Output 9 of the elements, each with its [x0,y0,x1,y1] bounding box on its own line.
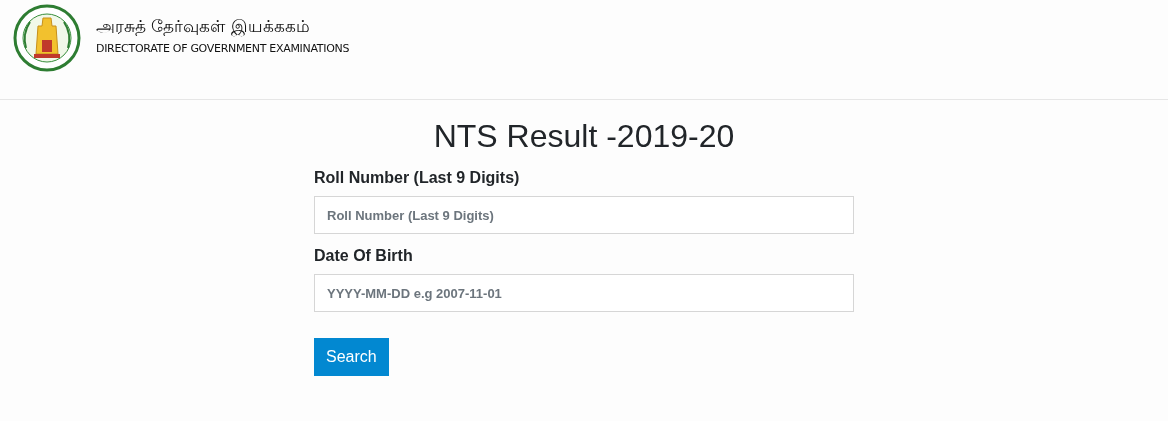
page-title: NTS Result -2019-20 [433,117,735,156]
department-title: DIRECTORATE OF GOVERNMENT EXAMINATIONS [96,42,350,55]
field-label: Date Of Birth [314,246,414,266]
emblem-logo [12,4,82,72]
input-field[interactable]: YYYY-MM-DD e.g 2007-11-01 [314,274,854,312]
field-label: Roll Number (Last 9 Digits) [314,168,521,188]
input-field[interactable]: Roll Number (Last 9 Digits) [314,196,854,234]
search-button[interactable]: Search [314,338,389,376]
department-title-tamil: அரசுத் தேர்வுகள் இயக்ககம் [96,16,311,38]
